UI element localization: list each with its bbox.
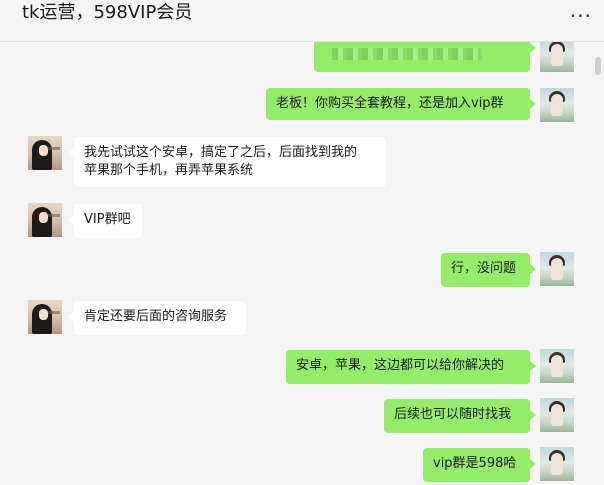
message-bubble[interactable]: 我先试试这个安卓，搞定了之后，后面找到我的 苹果那个手机，再弄苹果系统 (68, 137, 386, 187)
message-bubble[interactable]: 后续也可以随时找我 (384, 399, 536, 433)
message-bubble[interactable]: 安卓，苹果，这边都可以给你解决的 (286, 350, 536, 384)
my-avatar[interactable] (540, 447, 574, 481)
message-text-line: 我先试试这个安卓，搞定了之后，后面找到我的 (84, 145, 358, 160)
message-bubble[interactable]: 行，没问题 (441, 253, 536, 287)
message-bubble[interactable]: vip群是598哈 (423, 448, 536, 482)
contact-avatar[interactable] (28, 300, 62, 334)
chat-title: tk运营，598VIP会员 (22, 2, 193, 23)
message-text: vip群是598哈 (433, 456, 517, 471)
my-avatar[interactable] (540, 42, 574, 72)
scrollbar-track[interactable] (592, 42, 604, 485)
message-text: 安卓，苹果，这边都可以给你解决的 (296, 358, 505, 373)
message-text: 行，没问题 (451, 261, 517, 276)
message-text: 后续也可以随时找我 (394, 407, 512, 422)
message-text: 肯定还要后面的咨询服务 (84, 309, 228, 324)
my-avatar[interactable] (540, 88, 574, 122)
scrollbar-thumb[interactable] (595, 57, 601, 75)
contact-avatar[interactable] (28, 136, 62, 170)
message-list[interactable]: 老板！你购买全套教程，还是加入vip群 我先试试这个安卓，搞定了之后，后面找到我… (0, 42, 592, 485)
message-text-line: 苹果那个手机，再弄苹果系统 (84, 163, 254, 178)
message-text: 老板！你购买全套教程，还是加入vip群 (276, 96, 504, 111)
contact-avatar[interactable] (28, 203, 62, 237)
chat-header: tk运营，598VIP会员 ··· (0, 0, 604, 42)
message-bubble[interactable]: VIP群吧 (68, 204, 142, 238)
my-avatar[interactable] (540, 349, 574, 383)
my-avatar[interactable] (540, 252, 574, 286)
my-avatar[interactable] (540, 398, 574, 432)
message-bubble[interactable]: 老板！你购买全套教程，还是加入vip群 (266, 88, 536, 120)
redacted-text (332, 48, 482, 60)
message-text: VIP群吧 (84, 212, 131, 227)
more-horizontal-icon[interactable]: ··· (570, 6, 592, 26)
message-bubble[interactable]: 肯定还要后面的咨询服务 (68, 301, 246, 335)
